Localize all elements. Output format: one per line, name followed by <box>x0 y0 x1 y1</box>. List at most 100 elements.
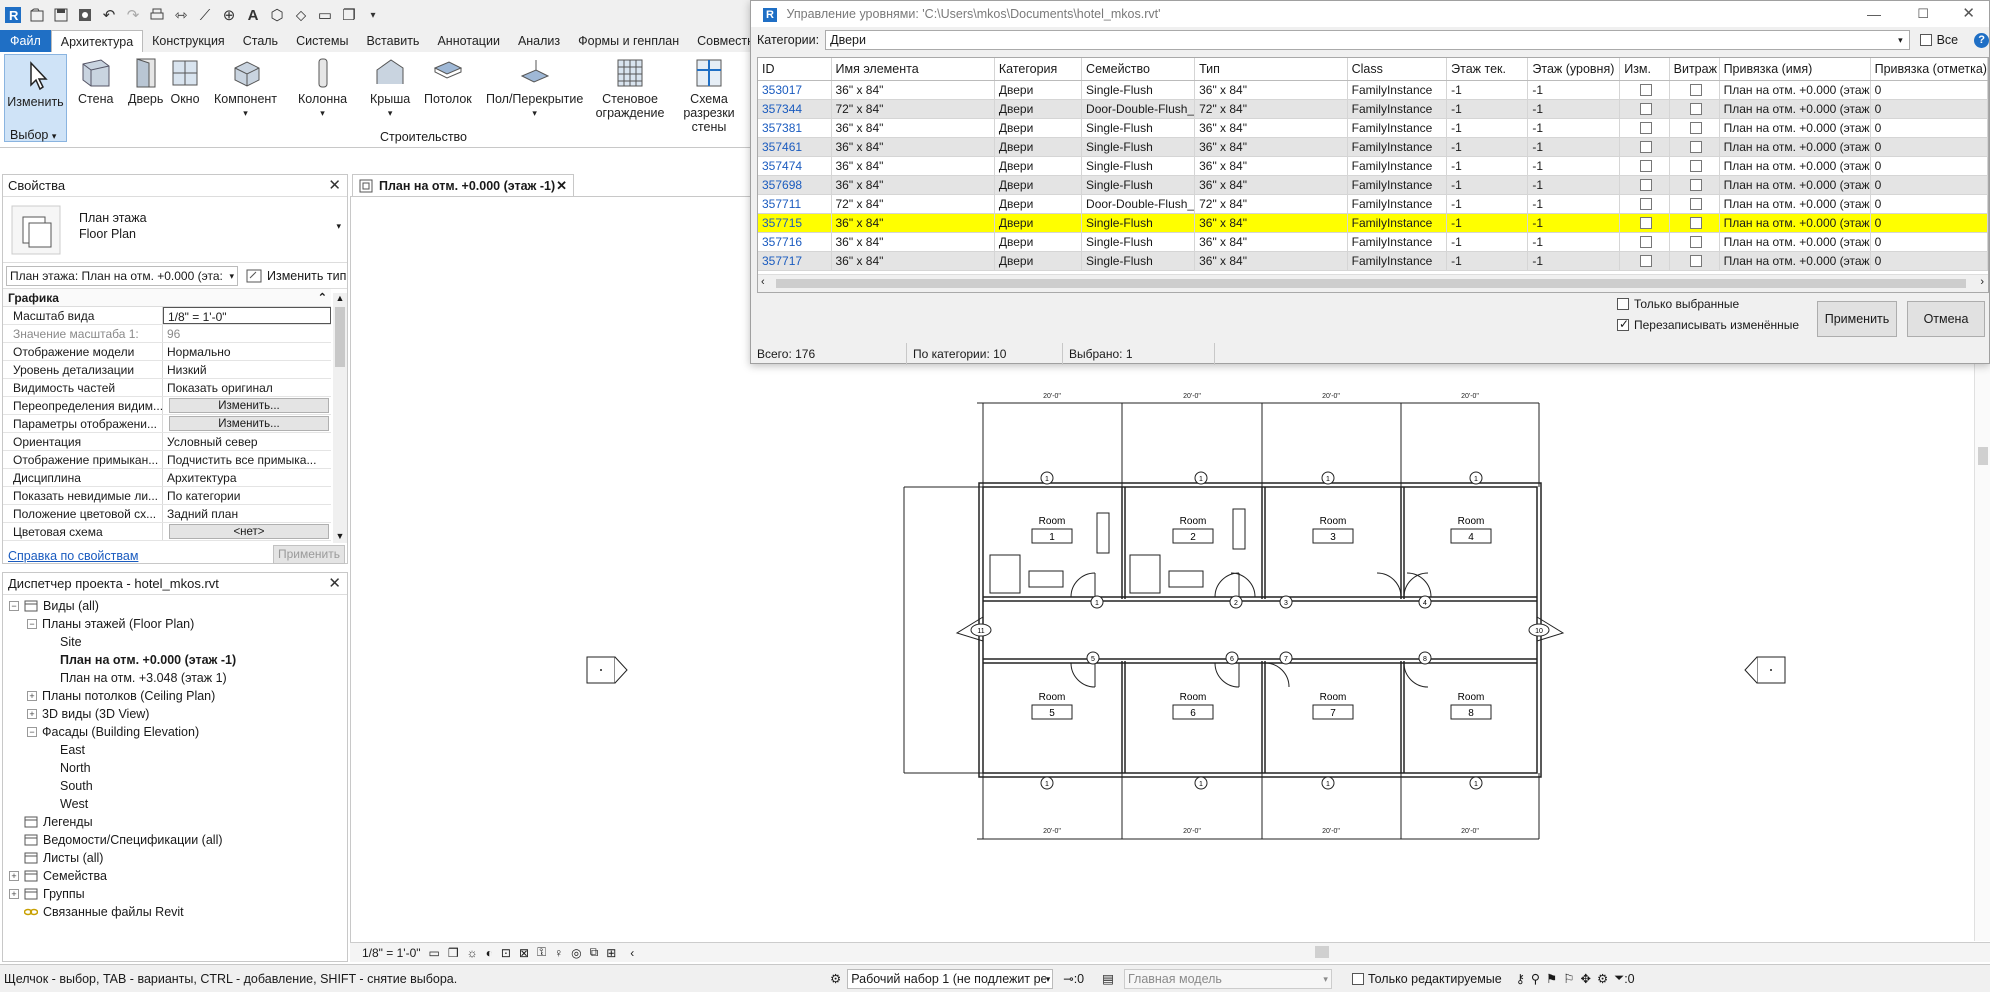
properties-help-link[interactable]: Справка по свойствам <box>8 549 138 563</box>
tree-spacer[interactable] <box>45 637 55 647</box>
section-graphics[interactable]: Графика ⌃ <box>3 289 331 307</box>
tree-spacer[interactable] <box>45 763 55 773</box>
apply-button[interactable]: Применить <box>273 545 345 564</box>
scroll-up-icon[interactable]: ▲ <box>333 293 347 305</box>
elevation-marker-east[interactable] <box>1744 656 1786 684</box>
prop-row[interactable]: Видимость частей Показать оригинал <box>3 379 331 397</box>
curtain-checkbox[interactable] <box>1689 179 1702 192</box>
design-option-selector[interactable]: Главная модель ▾ <box>1123 968 1332 989</box>
element-id-cell[interactable]: 357716 <box>758 232 832 252</box>
tree-spacer[interactable] <box>9 853 19 863</box>
collapse-icon[interactable]: ⌃ <box>318 289 327 307</box>
curtain-cell[interactable] <box>1669 137 1720 157</box>
browser-node[interactable]: East <box>9 741 347 759</box>
view-scale-control[interactable]: 1/8" = 1'-0" <box>362 946 421 960</box>
prop-row[interactable]: Положение цветовой сх... Задний план <box>3 505 331 523</box>
table-cell[interactable]: 0 <box>1870 175 1988 195</box>
measure-icon[interactable]: ⇿ <box>172 6 190 24</box>
tag-icon[interactable]: ⊕ <box>220 6 238 24</box>
table-cell[interactable]: FamilyInstance <box>1347 251 1448 271</box>
reveal-hidden-icon[interactable]: ◎ <box>571 946 581 960</box>
curtain-cell[interactable] <box>1669 118 1720 138</box>
select-links-icon[interactable]: ⚷ <box>1516 971 1525 986</box>
changed-checkbox[interactable] <box>1640 122 1653 135</box>
room-name[interactable]: Room <box>1458 692 1485 703</box>
table-cell[interactable]: -1 <box>1446 175 1529 195</box>
browser-node[interactable]: Ведомости/Спецификации (all) <box>9 831 347 849</box>
worksets-icon[interactable]: ⚙ <box>830 971 841 986</box>
prop-row[interactable]: Отображение модели Нормально <box>3 343 331 361</box>
table-cell[interactable]: 0 <box>1870 118 1988 138</box>
elevation-marker-west[interactable] <box>586 656 628 684</box>
table-cell[interactable]: Single-Flush <box>1081 137 1196 157</box>
room-number[interactable]: 8 <box>1468 708 1474 719</box>
table-cell[interactable]: Single-Flush <box>1081 80 1196 100</box>
table-cell[interactable]: 72" x 84" <box>1194 99 1348 119</box>
changed-checkbox[interactable] <box>1640 160 1653 173</box>
table-cell[interactable]: 0 <box>1870 251 1988 271</box>
column-header[interactable]: Привязка (отметка) <box>1870 58 1988 81</box>
table-cell[interactable]: Двери <box>994 175 1083 195</box>
table-cell[interactable]: -1 <box>1446 156 1529 176</box>
table-cell[interactable]: Двери <box>994 80 1083 100</box>
curtain-wall-button[interactable]: Стеновое ограждение <box>596 56 664 120</box>
curtain-checkbox[interactable] <box>1689 141 1702 154</box>
room-name[interactable]: Room <box>1458 516 1485 527</box>
print-icon[interactable] <box>148 6 166 24</box>
table-cell[interactable]: Двери <box>994 213 1083 233</box>
browser-node[interactable]: +3D виды (3D View) <box>9 705 347 723</box>
table-cell[interactable]: -1 <box>1527 213 1621 233</box>
show-crop-icon[interactable]: ⊠ <box>519 946 529 960</box>
table-cell[interactable]: -1 <box>1446 80 1529 100</box>
table-cell[interactable]: -1 <box>1527 99 1621 119</box>
table-cell[interactable]: 72" x 84" <box>831 99 995 119</box>
table-row[interactable]: 357461 36" x 84" Двери Single-Flush 36" x 84… <box>758 137 1988 157</box>
table-cell[interactable]: Door-Double-Flush_ <box>1081 99 1196 119</box>
table-cell[interactable]: 36" x 84" <box>1194 118 1348 138</box>
element-id-cell[interactable]: 357715 <box>758 213 832 233</box>
tab-file[interactable]: Файл <box>0 30 51 52</box>
table-cell[interactable]: -1 <box>1527 156 1621 176</box>
tree-spacer[interactable] <box>45 655 55 665</box>
curtain-checkbox[interactable] <box>1689 198 1702 211</box>
table-cell[interactable]: 36" x 84" <box>831 137 995 157</box>
table-cell[interactable]: План на отм. +0.000 (этаж <box>1719 137 1871 157</box>
column-header[interactable]: Привязка (имя) <box>1719 58 1871 81</box>
expand-icon[interactable]: + <box>9 889 19 899</box>
panel-select-label[interactable]: Выбор ▾ <box>0 128 70 142</box>
table-cell[interactable]: FamilyInstance <box>1347 156 1448 176</box>
table-cell[interactable]: Single-Flush <box>1081 213 1196 233</box>
save-icon[interactable] <box>52 6 70 24</box>
scroll-right-icon[interactable]: › <box>1980 276 1984 288</box>
changed-cell[interactable] <box>1619 137 1670 157</box>
sun-path-icon[interactable]: ☼ <box>467 946 478 960</box>
table-cell[interactable]: 36" x 84" <box>1194 251 1348 271</box>
element-id-cell[interactable]: 353017 <box>758 80 832 100</box>
column-header[interactable]: Этаж (уровня) <box>1527 58 1621 81</box>
prop-value[interactable]: По категории <box>163 487 331 504</box>
changed-checkbox[interactable] <box>1640 141 1653 154</box>
design-option-dropdown-icon[interactable]: ▾ <box>1323 970 1328 988</box>
table-cell[interactable]: Door-Double-Flush_ <box>1081 194 1196 214</box>
category-select[interactable]: Двери ▾ <box>825 30 1910 50</box>
drag-elements-icon[interactable]: ✥ <box>1580 971 1590 986</box>
only-selected-checkbox[interactable] <box>1617 298 1629 310</box>
tab-structure[interactable]: Конструкция <box>143 30 234 52</box>
edit-overrides-button[interactable]: Изменить... <box>169 398 329 413</box>
tree-spacer[interactable] <box>45 781 55 791</box>
scroll-thumb[interactable] <box>335 307 345 367</box>
browser-node[interactable]: + Группы <box>9 885 347 903</box>
table-cell[interactable]: План на отм. +0.000 (этаж <box>1719 80 1871 100</box>
browser-node[interactable]: + Семейства <box>9 867 347 885</box>
table-cell[interactable]: 0 <box>1870 99 1988 119</box>
table-cell[interactable]: 0 <box>1870 80 1988 100</box>
hscroll-thumb[interactable] <box>776 279 1966 288</box>
element-id-cell[interactable]: 357461 <box>758 137 832 157</box>
element-id-cell[interactable]: 357711 <box>758 194 832 214</box>
column-header[interactable]: ID <box>758 58 832 81</box>
tab-insert[interactable]: Вставить <box>357 30 428 52</box>
table-cell[interactable]: 36" x 84" <box>831 118 995 138</box>
table-cell[interactable]: 36" x 84" <box>831 175 995 195</box>
browser-node[interactable]: Связанные файлы Revit <box>9 903 347 921</box>
lock-view-icon[interactable]: ⚿ <box>537 945 546 960</box>
